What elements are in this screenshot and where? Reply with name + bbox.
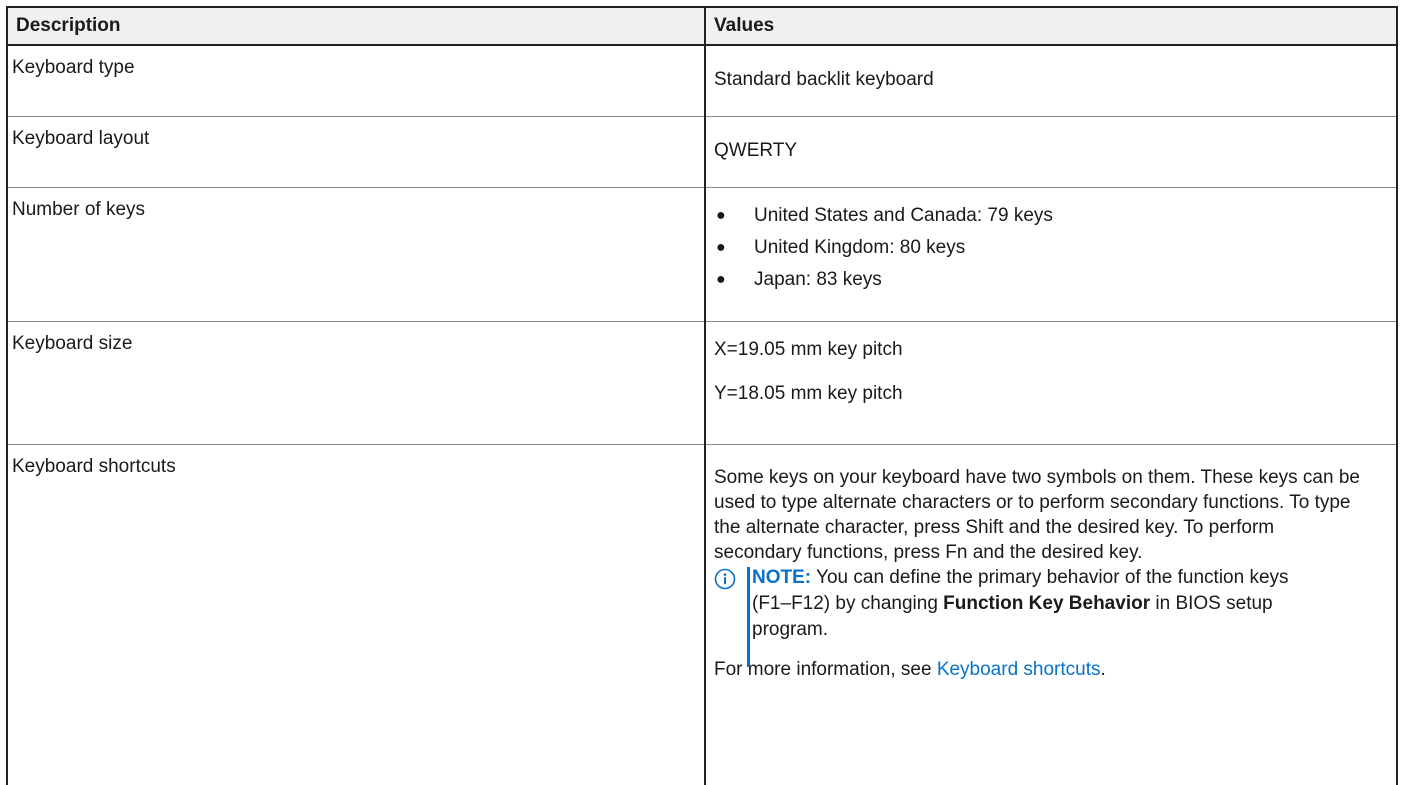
list-item-text: United Kingdom: 80 keys [754, 237, 965, 258]
row-value-keyboard-type: Standard backlit keyboard [714, 46, 1396, 93]
note-label: NOTE: [752, 567, 811, 588]
bullet-icon: ● [716, 203, 726, 229]
bullet-icon: ● [716, 267, 726, 293]
keyboard-shortcuts-link[interactable]: Keyboard shortcuts [937, 659, 1101, 680]
y-pitch-value: Y=18.05 mm key pitch [714, 363, 1396, 407]
more-info-line: For more information, see Keyboard short… [714, 643, 1396, 682]
table-row: Keyboard size X=19.05 mm key pitch Y=18.… [7, 322, 1397, 445]
table-header-row: Description Values [7, 7, 1397, 45]
table-row: Keyboard layout QWERTY [7, 117, 1397, 188]
row-value-cell: ● United States and Canada: 79 keys ● Unit… [705, 188, 1397, 322]
x-pitch-value: X=19.05 mm key pitch [714, 322, 1396, 363]
row-value-keyboard-layout: QWERTY [714, 117, 1396, 164]
table-row: Keyboard shortcuts Some keys on your key… [7, 445, 1397, 785]
info-icon [714, 568, 736, 590]
row-label-keyboard-shortcuts: Keyboard shortcuts [7, 445, 705, 785]
row-value-cell: X=19.05 mm key pitch Y=18.05 mm key pitc… [705, 322, 1397, 445]
row-label-keyboard-type: Keyboard type [7, 45, 705, 117]
note-text: NOTE: You can define the primary behavio… [752, 565, 1396, 643]
note-accent-bar [747, 567, 750, 667]
header-description: Description [7, 7, 705, 45]
header-values: Values [705, 7, 1397, 45]
table-row: Keyboard type Standard backlit keyboard [7, 45, 1397, 117]
table-row: Number of keys ● United States and Canada… [7, 188, 1397, 322]
row-value-cell: Some keys on your keyboard have two symb… [705, 445, 1397, 785]
bullet-icon: ● [716, 235, 726, 261]
more-info-suffix: . [1101, 659, 1106, 680]
row-value-cell: QWERTY [705, 117, 1397, 188]
list-item: ● United Kingdom: 80 keys [714, 235, 1396, 261]
row-label-keyboard-layout: Keyboard layout [7, 117, 705, 188]
row-label-keyboard-size: Keyboard size [7, 322, 705, 445]
note-block: NOTE: You can define the primary behavio… [714, 565, 1396, 643]
note-bold-term: Function Key Behavior [943, 593, 1150, 614]
keys-list: ● United States and Canada: 79 keys ● Unit… [714, 188, 1396, 293]
list-item-text: Japan: 83 keys [754, 269, 882, 290]
row-value-cell: Standard backlit keyboard [705, 45, 1397, 117]
list-item: ● Japan: 83 keys [714, 267, 1396, 293]
shortcuts-paragraph: Some keys on your keyboard have two symb… [714, 445, 1396, 565]
keyboard-spec-table: Description Values Keyboard type Standar… [6, 6, 1398, 785]
list-item-text: United States and Canada: 79 keys [754, 205, 1053, 226]
row-label-number-of-keys: Number of keys [7, 188, 705, 322]
list-item: ● United States and Canada: 79 keys [714, 203, 1396, 229]
